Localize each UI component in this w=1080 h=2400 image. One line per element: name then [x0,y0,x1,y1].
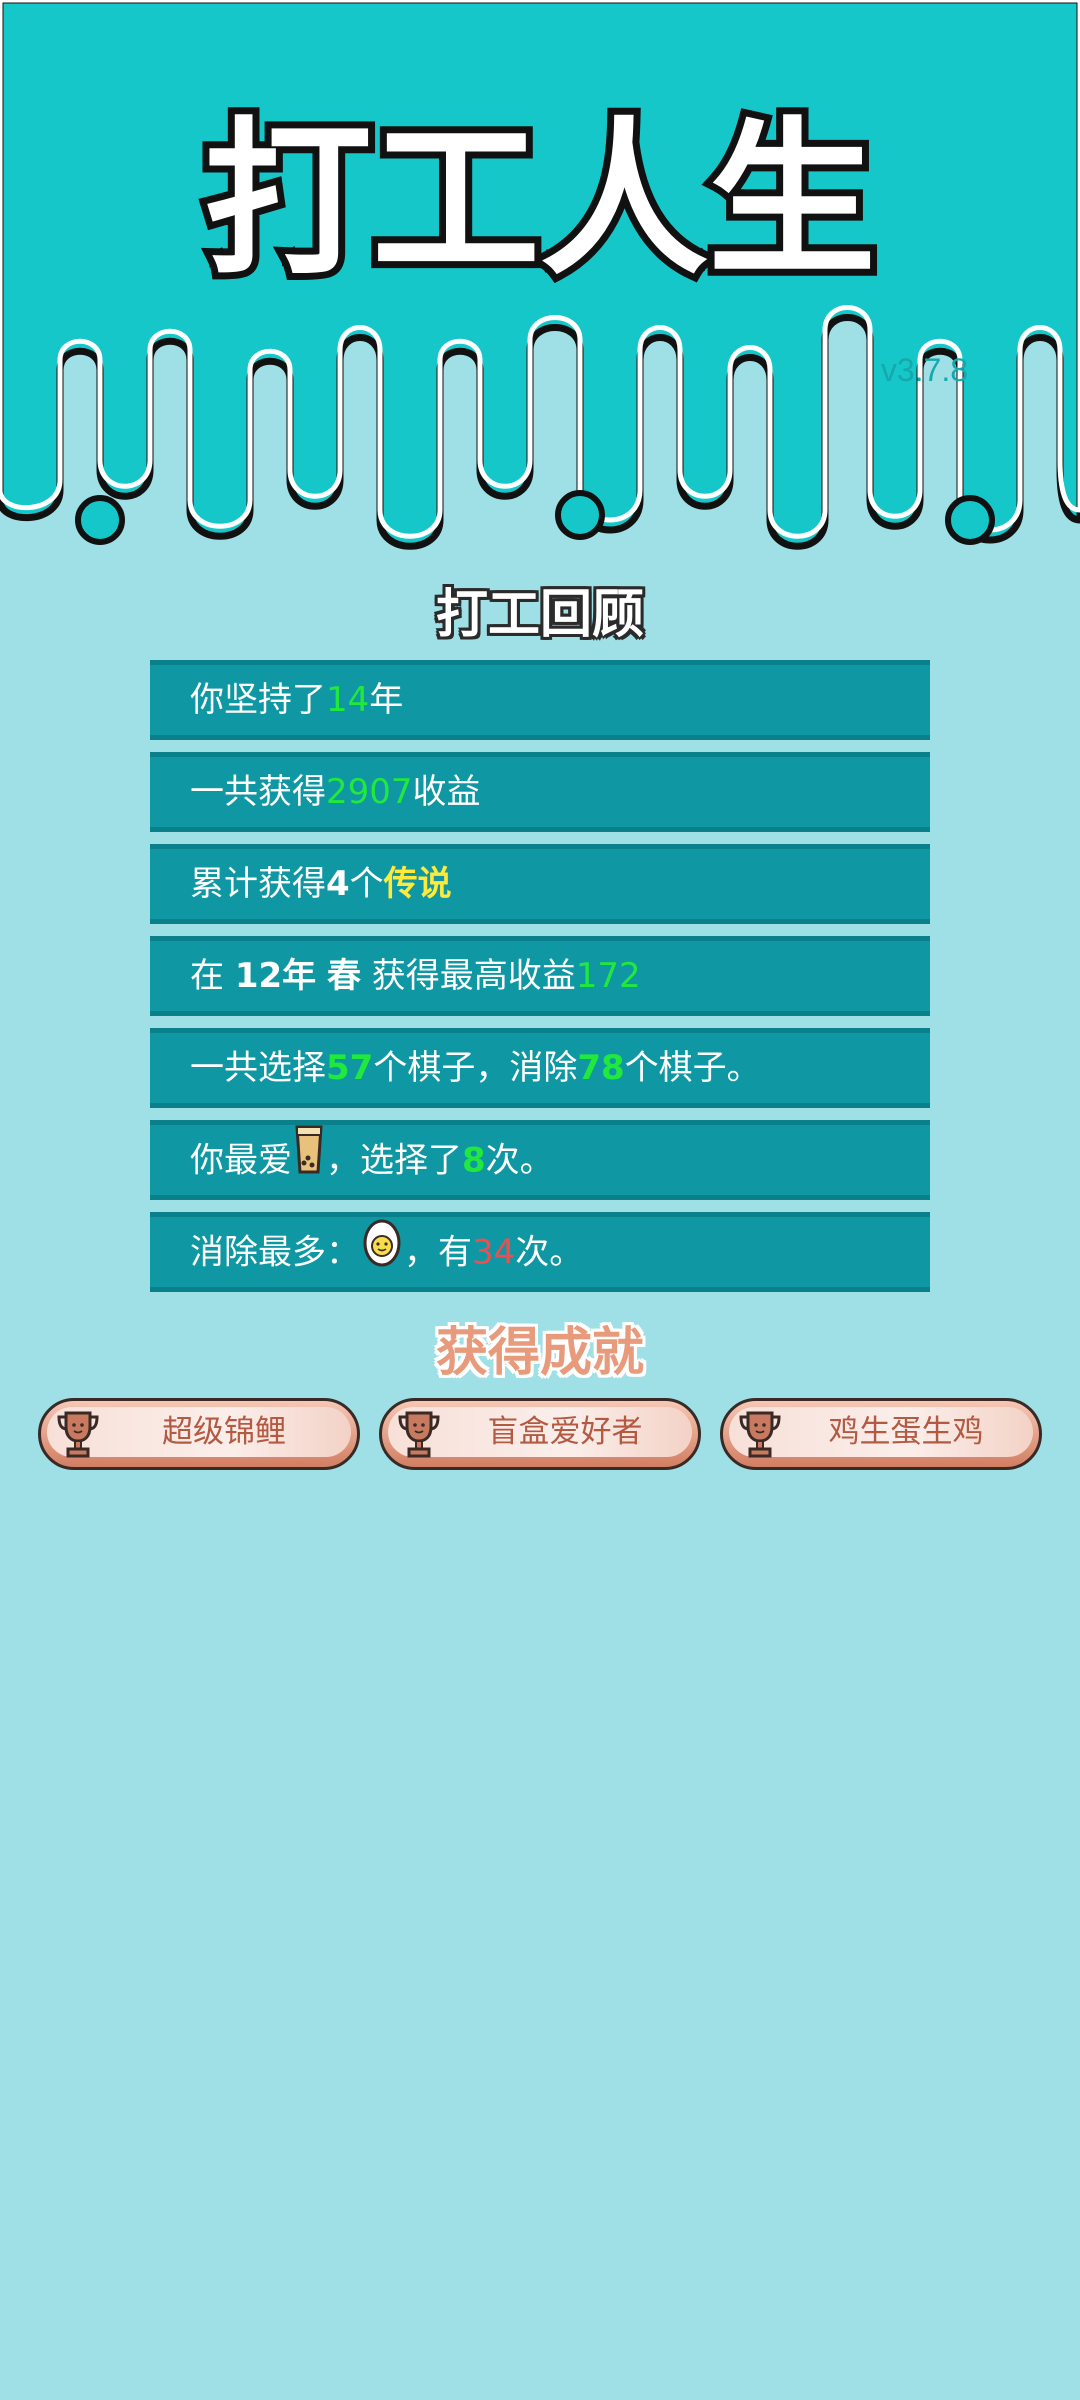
stat-text: 次。 [515,1232,584,1273]
stat-value: 57 [326,1048,374,1088]
review-stats-list: 你坚持了14年 一共获得2907收益 累计获得4个传说 在 12年 春 获得最高… [150,660,930,1304]
stat-text: 在 [190,956,235,996]
achievement-badge[interactable]: 盲盒爱好者 [379,1398,701,1470]
stat-pieces: 一共选择57个棋子，消除78个棋子。 [150,1028,930,1108]
trophy-icon [57,1411,99,1458]
stat-value: 4 [326,864,350,904]
stat-text: 个棋子。 [624,1048,761,1088]
stat-text: ，有 [404,1232,472,1273]
achievement-list: 超级锦鲤 盲盒爱好者 鸡生蛋生鸡 [38,1398,1042,1472]
stat-text: 你坚持了 [190,680,326,720]
trophy-icon [739,1411,781,1458]
achievements-title: 获得成就 [435,1323,644,1383]
achievement-label: 盲盒爱好者 [487,1414,643,1450]
game-title: 打工人生 [204,102,876,298]
stat-season: 春 [326,956,361,996]
review-title: 打工回顾 [435,585,644,645]
stat-years-persisted: 你坚持了14年 [150,660,930,740]
stat-favorite: 你最爱 ，选择了8次。 [150,1120,930,1200]
stat-total-income: 一共获得2907收益 [150,752,930,832]
stat-text: 获得最高收益 [360,956,576,996]
stat-value: 172 [575,956,641,996]
stat-text: 一共选择 [190,1048,326,1088]
stat-text: 个 [349,864,384,904]
stat-text: 消除最多： [190,1232,360,1273]
stat-text: 一共获得 [190,772,326,812]
stat-text: 年 [369,680,404,720]
stat-value: 34 [472,1232,516,1273]
stat-value: 78 [577,1048,625,1088]
version-label: v3.7.8 [880,352,968,388]
stat-text: 累计获得 [190,864,326,904]
achievement-badge[interactable]: 超级锦鲤 [38,1398,360,1470]
stat-text: 次。 [485,1140,554,1181]
stat-value: 2907 [326,772,413,812]
stat-most-eliminated: 消除最多： ，有34次。 [150,1212,930,1292]
achievement-badge[interactable]: 鸡生蛋生鸡 [720,1398,1042,1470]
achievement-label: 鸡生蛋生鸡 [828,1414,984,1450]
stat-year: 12年 [234,956,317,996]
stat-text: 你最爱 [190,1140,292,1181]
trophy-icon [398,1411,440,1458]
stat-text: 收益 [412,772,481,812]
drip-banner-graphic: 打工人生 [0,0,1080,550]
achievement-label: 超级锦鲤 [162,1414,286,1450]
header-banner: 打工人生 v3.7.8 [0,0,1080,560]
stat-value: 14 [326,680,370,720]
stat-text: ，选择了 [326,1140,462,1181]
stat-legend-count: 累计获得4个传说 [150,844,930,924]
bubble-tea-icon [294,1125,324,1199]
stat-value: 8 [462,1140,486,1181]
stat-text: 个棋子，消除 [373,1048,578,1088]
stat-best-income: 在 12年 春 获得最高收益172 [150,936,930,1016]
egg-icon [362,1217,402,1291]
stat-legend-label: 传说 [383,864,452,904]
